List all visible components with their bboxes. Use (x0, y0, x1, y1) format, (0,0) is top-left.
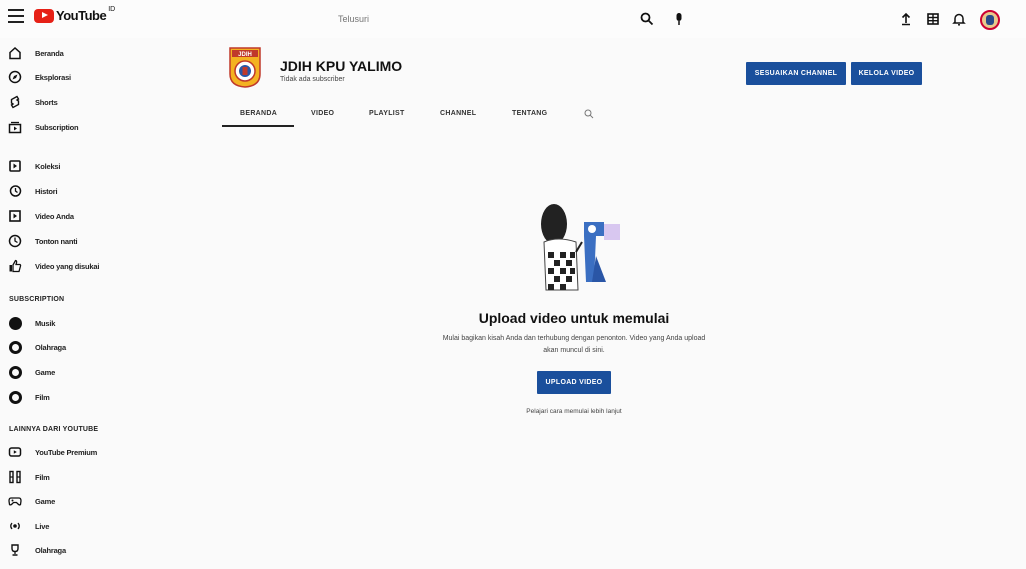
channel-search-icon[interactable] (584, 109, 594, 119)
microphone-icon[interactable] (672, 12, 686, 26)
sidebar-item-liked-videos[interactable]: Video yang disukai (8, 257, 99, 275)
subscriptions-icon (8, 121, 22, 134)
sidebar-item-label: Game (35, 496, 56, 506)
manage-videos-button[interactable]: KELOLA VIDEO (851, 62, 922, 85)
subscriber-count: Tidak ada subscriber (280, 76, 345, 83)
tab-home[interactable]: BERANDA (240, 110, 277, 117)
sidebar-item-game[interactable]: Game (8, 492, 55, 510)
empty-state-description: Mulai bagikan kisah Anda dan terhubung d… (442, 335, 706, 354)
sidebar-item-library[interactable]: Koleksi (8, 157, 60, 175)
sidebar-item-label: Live (35, 521, 50, 531)
subscription-heading: SUBSCRIPTION (9, 296, 65, 303)
shorts-icon (10, 95, 20, 109)
gaming-channel-avatar (8, 365, 22, 379)
history-icon (9, 185, 22, 197)
sidebar-item-sports-more[interactable]: Olahraga (8, 541, 66, 559)
library-icon (9, 160, 21, 172)
thumbs-up-icon (9, 259, 22, 273)
sidebar-item-movies[interactable]: Film (8, 388, 50, 406)
sidebar-item-label: Beranda (35, 48, 64, 58)
empty-state-title: Upload video untuk memulai (478, 310, 670, 326)
channel-avatar: JDIH (229, 47, 261, 88)
sidebar-item-label: YouTube Premium (35, 447, 98, 457)
upload-icon[interactable] (899, 12, 913, 26)
region-code: ID (108, 6, 116, 13)
channel-name: JDIH KPU YALIMO (280, 58, 403, 74)
channel-logo-text: JDIH (238, 52, 252, 58)
sidebar-item-gaming[interactable]: Game (8, 363, 55, 381)
search-box[interactable] (330, 8, 630, 30)
top-bar: YouTube ID (0, 0, 1026, 38)
learn-more-link[interactable]: Pelajari cara memulai lebih lanjut (474, 408, 674, 415)
sidebar-item-label: Film (35, 392, 50, 402)
gamepad-icon (8, 497, 22, 506)
tab-channels[interactable]: CHANNEL (440, 110, 476, 117)
premium-icon (8, 447, 22, 457)
sidebar-item-label: Koleksi (35, 161, 61, 171)
sidebar-item-watch-later[interactable]: Tonton nanti (8, 232, 78, 250)
upload-video-button[interactable]: UPLOAD VIDEO (537, 371, 611, 394)
tab-playlists[interactable]: PLAYLIST (369, 110, 405, 117)
sidebar-item-label: Game (35, 367, 56, 377)
tab-videos[interactable]: VIDEO (311, 110, 334, 117)
sidebar-item-youtube-premium[interactable]: YouTube Premium (8, 443, 97, 461)
notification-bell-icon[interactable] (952, 12, 966, 26)
sidebar-item-label: Shorts (35, 97, 58, 107)
sports-channel-avatar (8, 340, 22, 354)
sidebar-item-label: Video yang disukai (35, 261, 100, 271)
sidebar-item-sports[interactable]: Olahraga (8, 338, 66, 356)
trophy-icon (11, 544, 19, 556)
tab-about[interactable]: TENTANG (512, 110, 547, 117)
more-from-youtube-heading: LAINNYA DARI YOUTUBE (9, 426, 99, 433)
customize-channel-button[interactable]: SESUAIKAN CHANNEL (746, 62, 846, 85)
music-channel-avatar (8, 316, 22, 330)
sidebar-item-home[interactable]: Beranda (8, 44, 64, 62)
sidebar-item-music[interactable]: Musik (8, 314, 55, 332)
sidebar-item-label: Musik (35, 318, 56, 328)
sidebar-item-label: Eksplorasi (35, 72, 71, 82)
your-videos-icon (9, 210, 21, 222)
upload-illustration (541, 204, 620, 291)
sidebar-item-your-videos[interactable]: Video Anda (8, 207, 74, 225)
sidebar-item-film[interactable]: Film (8, 468, 50, 486)
sidebar-item-label: Histori (35, 186, 58, 196)
active-tab-indicator (222, 125, 294, 127)
sidebar-item-live[interactable]: Live (8, 517, 49, 535)
home-icon (9, 46, 21, 60)
sidebar-item-label: Video Anda (35, 211, 74, 221)
movies-channel-avatar (8, 390, 22, 404)
sidebar-item-history[interactable]: Histori (8, 182, 58, 200)
youtube-play-icon (34, 8, 54, 23)
sidebar-item-explore[interactable]: Eksplorasi (8, 68, 71, 86)
sidebar-item-label: Tonton nanti (35, 236, 78, 246)
sidebar-item-shorts[interactable]: Shorts (8, 93, 58, 111)
sidebar-item-label: Olahraga (35, 545, 66, 555)
sidebar: Beranda Eksplorasi Shorts Subscription K… (0, 38, 120, 569)
live-icon (10, 522, 20, 530)
sidebar-item-label: Film (35, 472, 50, 482)
logo-text: YouTube (56, 8, 107, 23)
account-avatar[interactable] (980, 10, 1000, 30)
sidebar-item-label: Olahraga (35, 342, 66, 352)
clock-icon (8, 234, 22, 248)
youtube-logo[interactable]: YouTube ID (34, 6, 116, 23)
menu-icon[interactable] (8, 9, 24, 23)
search-icon[interactable] (640, 12, 654, 26)
film-icon (9, 470, 21, 484)
sidebar-item-subscriptions[interactable]: Subscription (8, 118, 79, 136)
compass-icon (8, 70, 22, 84)
sidebar-item-label: Subscription (35, 122, 79, 132)
search-input[interactable] (330, 8, 630, 30)
apps-grid-icon[interactable] (926, 12, 940, 26)
